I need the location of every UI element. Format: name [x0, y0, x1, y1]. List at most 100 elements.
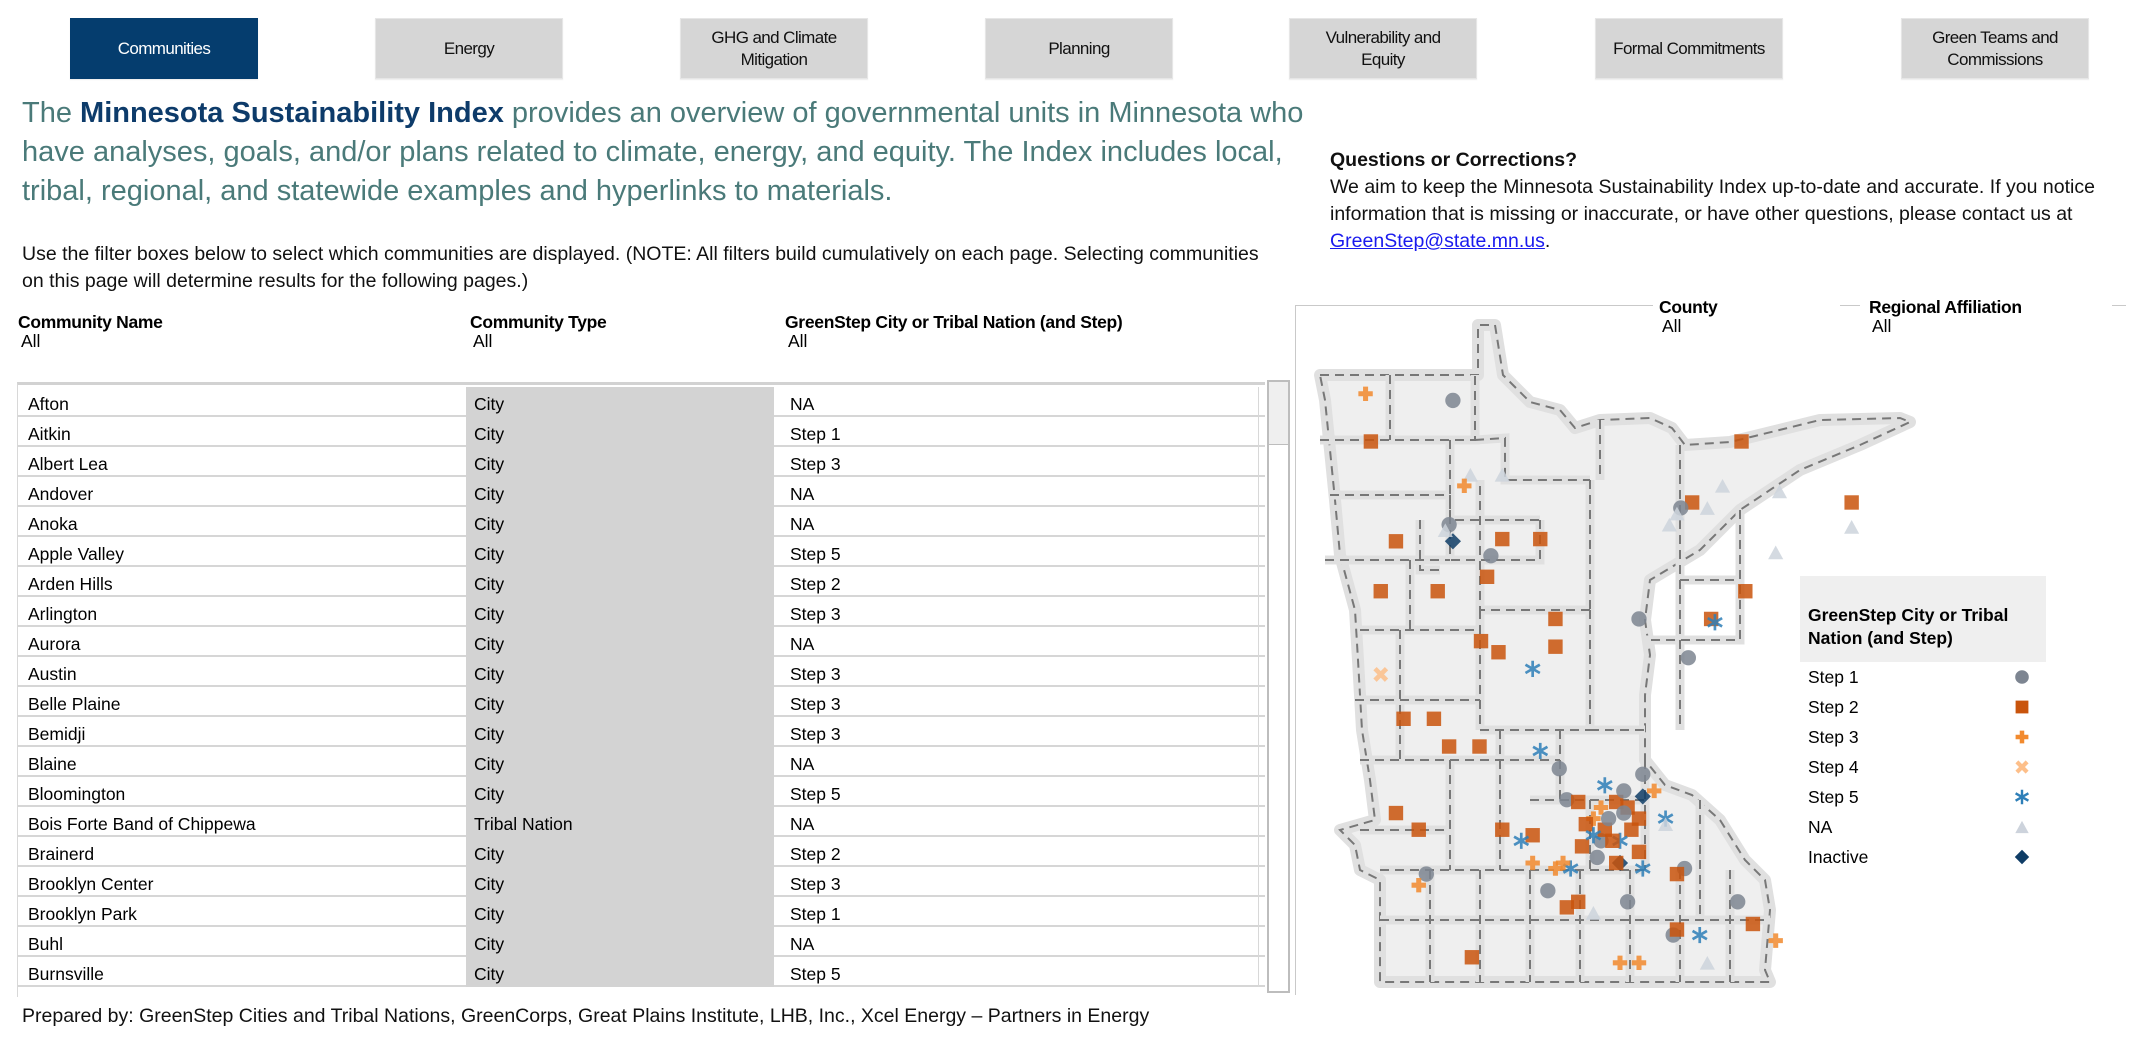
table-row[interactable]: Burnsville City Step 5 — [18, 957, 1265, 987]
filter-label: Community Type — [470, 312, 607, 332]
map-point-step-1[interactable] — [1616, 805, 1632, 821]
map-point-step-2[interactable] — [1745, 916, 1761, 932]
table-row[interactable]: Bois Forte Band of Chippewa Tribal Nation… — [18, 807, 1265, 837]
map-point-step-2[interactable] — [1605, 833, 1620, 848]
tab-ghg-climate-mitigation[interactable]: GHG and Climate Mitigation — [680, 18, 868, 79]
table-row[interactable]: Blaine City NA — [18, 747, 1265, 777]
table-row[interactable]: Arden Hills City Step 2 — [18, 567, 1265, 597]
legend-item-step-1[interactable]: Step 1 — [1800, 662, 2046, 692]
table-row[interactable]: Aitkin City Step 1 — [18, 417, 1265, 447]
map-point-step-2[interactable] — [1491, 645, 1506, 660]
scrollbar-thumb[interactable] — [1269, 382, 1288, 445]
map-point-step-1[interactable] — [1635, 766, 1651, 782]
filter-value[interactable]: All — [470, 332, 606, 351]
map-point-step-2[interactable] — [1479, 569, 1495, 584]
table-row[interactable]: Aurora City NA — [18, 627, 1265, 657]
map-point-step-2[interactable] — [1426, 711, 1442, 726]
map-point-step-1[interactable] — [1551, 761, 1567, 777]
map-point-step-2[interactable] — [1578, 816, 1594, 832]
table-row[interactable]: Brooklyn Park City Step 1 — [18, 897, 1265, 927]
map-point-step-1[interactable] — [1619, 894, 1636, 910]
contact-email-link[interactable]: GreenStep@state.mn.us — [1330, 230, 1545, 252]
tab-green-teams-commissions[interactable]: Green Teams and Commissions — [1901, 18, 2089, 79]
map-point-na[interactable] — [1768, 545, 1784, 560]
map-point-step-2[interactable] — [1574, 839, 1590, 854]
map-point-step-2[interactable] — [1472, 739, 1487, 754]
legend-item-na[interactable]: NA — [1800, 812, 2046, 842]
map-point-step-2[interactable] — [1734, 434, 1749, 449]
tab-planning[interactable]: Planning — [985, 18, 1173, 79]
tab-formal-commitments[interactable]: Formal Commitments — [1595, 18, 1783, 79]
table-scrollbar[interactable] — [1267, 380, 1290, 993]
map-point-step-1[interactable] — [1445, 392, 1461, 409]
map-point-step-2[interactable] — [1525, 828, 1540, 843]
map-point-step-2[interactable] — [1388, 805, 1404, 821]
community-name-cell: Brooklyn Park — [28, 904, 137, 924]
community-name-cell: Aitkin — [28, 424, 71, 444]
table-row[interactable]: Bemidji City Step 3 — [18, 717, 1265, 747]
map-point-step-1[interactable] — [1680, 650, 1697, 666]
tab-vulnerability-equity[interactable]: Vulnerability and Equity — [1289, 18, 1477, 79]
map-point-step-2[interactable] — [1844, 495, 1859, 510]
table-row[interactable]: Andover City NA — [18, 477, 1265, 507]
table-row[interactable]: Albert Lea City Step 3 — [18, 447, 1265, 477]
legend-item-step-2[interactable]: Step 2 — [1800, 692, 2046, 722]
map-point-step-2[interactable] — [1441, 739, 1457, 754]
map-point-step-2[interactable] — [1430, 584, 1445, 599]
map-point-step-2[interactable] — [1624, 822, 1639, 837]
map-point-step-2[interactable] — [1548, 611, 1563, 627]
map-point-step-1[interactable] — [1730, 894, 1746, 910]
column-divider — [1258, 717, 1259, 747]
map-point-step-2[interactable] — [1571, 794, 1586, 810]
questions-body: We aim to keep the Minnesota Sustainabil… — [1330, 176, 2095, 225]
map-point-step-2[interactable] — [1495, 822, 1510, 837]
filter-community-name[interactable]: Community Name All — [18, 313, 163, 351]
greenstep-step-cell: NA — [790, 934, 815, 954]
table-row[interactable]: Afton City NA — [18, 387, 1265, 417]
map-point-step-1[interactable] — [1483, 548, 1499, 564]
table-row[interactable]: Buhl City NA — [18, 927, 1265, 957]
table-row[interactable]: Belle Plaine City Step 3 — [18, 687, 1265, 717]
map-point-step-1[interactable] — [1540, 883, 1556, 899]
legend-item-step-5[interactable]: Step 5 — [1800, 782, 2046, 812]
map-point-step-2[interactable] — [1571, 894, 1586, 910]
filter-greenstep-step[interactable]: GreenStep City or Tribal Nation (and Ste… — [785, 313, 1123, 351]
table-row[interactable]: Brainerd City Step 2 — [18, 837, 1265, 867]
map-point-step-2[interactable] — [1464, 950, 1480, 965]
map-point-step-2[interactable] — [1738, 584, 1753, 599]
legend-item-step-4[interactable]: Step 4 — [1800, 752, 2046, 782]
map-point-step-2[interactable] — [1411, 822, 1426, 837]
map-point-step-1[interactable] — [1631, 611, 1647, 627]
map-point-step-2[interactable] — [1669, 866, 1685, 882]
map-point-step-2[interactable] — [1388, 534, 1404, 549]
tab-energy[interactable]: Energy — [375, 18, 563, 79]
map-point-step-2[interactable] — [1495, 531, 1510, 547]
filter-value[interactable]: All — [18, 332, 163, 351]
filter-community-type[interactable]: Community Type All — [470, 312, 607, 351]
table-row[interactable]: Bloomington City Step 5 — [18, 777, 1265, 807]
table-row[interactable]: Brooklyn Center City Step 3 — [18, 867, 1265, 897]
table-row[interactable]: Anoka City NA — [18, 507, 1265, 537]
filter-value[interactable]: All — [785, 332, 1122, 351]
table-row[interactable]: Austin City Step 3 — [18, 657, 1265, 687]
legend-item-inactive[interactable]: Inactive — [1800, 842, 2046, 872]
legend-item-step-3[interactable]: Step 3 — [1800, 722, 2046, 752]
column-divider — [1258, 417, 1259, 447]
map-point-step-1[interactable] — [1616, 783, 1632, 799]
map-point-step-2[interactable] — [1631, 844, 1647, 860]
map-point-step-2[interactable] — [1363, 434, 1379, 449]
map-point-step-2[interactable] — [1669, 922, 1685, 937]
map-point-step-1[interactable] — [1600, 810, 1617, 827]
map-point-step-2[interactable] — [1609, 855, 1624, 871]
map-point-step-2[interactable] — [1396, 711, 1411, 726]
table-row[interactable]: Apple Valley City Step 5 — [18, 537, 1265, 567]
table-row[interactable]: Arlington City Step 3 — [18, 597, 1265, 627]
map-point-step-2[interactable] — [1548, 639, 1563, 654]
map-point-na[interactable] — [1844, 520, 1860, 534]
tab-communities[interactable]: Communities — [70, 18, 258, 79]
intro-text: The Minnesota Sustainability Index provi… — [22, 94, 1322, 211]
map-point-step-2[interactable] — [1373, 584, 1388, 599]
map-point-step-1[interactable] — [1589, 849, 1605, 866]
map-point-step-2[interactable] — [1473, 633, 1489, 649]
map-point-step-2[interactable] — [1533, 531, 1548, 547]
